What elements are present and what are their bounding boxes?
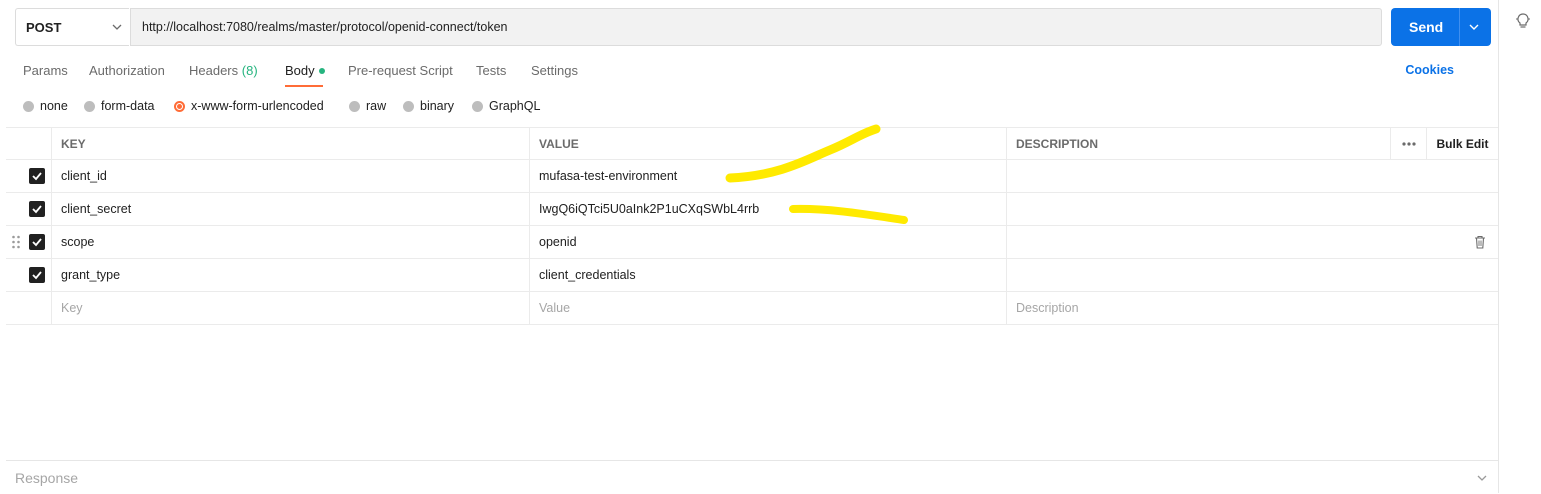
radio-label: none	[40, 99, 68, 113]
new-value-input[interactable]: Value	[529, 292, 1006, 324]
send-label: Send	[1409, 19, 1444, 35]
row-key[interactable]: client_id	[51, 160, 529, 192]
radio-circle	[349, 100, 360, 112]
url-input[interactable]: http://localhost:7080/realms/master/prot…	[130, 8, 1382, 46]
tab-params[interactable]: Params	[23, 63, 68, 78]
row-checkbox[interactable]	[29, 267, 45, 283]
row-key[interactable]: client_secret	[51, 193, 529, 225]
chevron-down-icon[interactable]	[1468, 21, 1480, 33]
table-row: grant_type client_credentials	[6, 259, 1498, 292]
chevron-down-icon	[112, 24, 122, 30]
body-indicator-dot	[318, 67, 325, 74]
send-button[interactable]: Send	[1391, 8, 1491, 46]
row-description[interactable]	[1006, 160, 1498, 192]
method-label: POST	[26, 20, 62, 35]
response-label: Response	[15, 470, 79, 486]
row-description[interactable]	[1006, 259, 1498, 291]
table-row-new: Key Value Description	[6, 292, 1498, 325]
headers-count: (8)	[241, 63, 258, 78]
checkmark-icon	[32, 238, 42, 247]
trash-icon[interactable]	[1474, 235, 1486, 249]
column-header-value: VALUE	[529, 128, 1006, 159]
response-pane-header[interactable]: Response	[6, 460, 1498, 494]
new-key-input[interactable]: Key	[51, 292, 529, 324]
row-value[interactable]: mufasa-test-environment	[529, 160, 1006, 192]
ellipsis-icon	[1401, 141, 1416, 146]
radio-binary[interactable]: binary	[403, 99, 454, 113]
row-value[interactable]: IwgQ6iQTci5U0aInk2P1uCXqSWbL4rrb	[529, 193, 1006, 225]
bulk-edit-button[interactable]: Bulk Edit	[1426, 128, 1498, 159]
tab-body[interactable]: Body	[285, 63, 325, 78]
radio-none[interactable]: none	[23, 99, 68, 113]
row-checkbox[interactable]	[29, 234, 45, 250]
radio-circle	[23, 100, 34, 112]
column-header-key: KEY	[51, 128, 529, 159]
radio-circle	[472, 100, 483, 112]
checkmark-icon	[32, 172, 42, 181]
radio-raw[interactable]: raw	[349, 99, 386, 113]
row-checkbox[interactable]	[29, 201, 45, 217]
new-description-input[interactable]: Description	[1006, 292, 1498, 324]
radio-circle	[84, 100, 95, 112]
tab-tests[interactable]: Tests	[476, 63, 506, 78]
checkmark-icon	[32, 271, 42, 280]
radio-label: binary	[420, 99, 455, 113]
active-tab-underline	[285, 85, 323, 87]
method-select[interactable]: POST	[15, 8, 129, 46]
tab-headers[interactable]: Headers (8)	[189, 63, 258, 78]
send-divider	[1459, 8, 1460, 46]
lightbulb-icon[interactable]	[1515, 12, 1531, 30]
radio-form-data[interactable]: form-data	[84, 99, 155, 113]
drag-handle-icon[interactable]	[11, 235, 21, 249]
radio-label: raw	[366, 99, 387, 113]
row-description[interactable]	[1006, 226, 1498, 258]
tab-pre-request-script[interactable]: Pre-request Script	[348, 63, 453, 78]
checkmark-icon	[32, 205, 42, 214]
radio-label: GraphQL	[489, 99, 541, 113]
row-description[interactable]	[1006, 193, 1498, 225]
table-row: client_id mufasa-test-environment	[6, 160, 1498, 193]
radio-circle	[403, 100, 414, 112]
tab-authorization[interactable]: Authorization	[89, 63, 165, 78]
tab-settings[interactable]: Settings	[531, 63, 578, 78]
url-text: http://localhost:7080/realms/master/prot…	[142, 20, 508, 34]
row-value[interactable]: openid	[529, 226, 1006, 258]
radio-x-www-form-urlencoded[interactable]: x-www-form-urlencoded	[174, 99, 324, 113]
table-row: client_secret IwgQ6iQTci5U0aInk2P1uCXqSW…	[6, 193, 1498, 226]
radio-label: x-www-form-urlencoded	[191, 99, 324, 113]
radio-graphql[interactable]: GraphQL	[472, 99, 540, 113]
column-header-description: DESCRIPTION	[1006, 128, 1390, 159]
row-value[interactable]: client_credentials	[529, 259, 1006, 291]
request-panel: POST http://localhost:7080/realms/master…	[6, 0, 1499, 493]
row-checkbox[interactable]	[29, 168, 45, 184]
more-options-icon[interactable]	[1390, 128, 1426, 159]
radio-label: form-data	[101, 99, 155, 113]
tab-headers-label: Headers	[189, 63, 239, 78]
tab-body-label: Body	[285, 63, 315, 78]
row-key[interactable]: grant_type	[51, 259, 529, 291]
chevron-down-icon[interactable]	[1476, 472, 1488, 484]
row-key[interactable]: scope	[51, 226, 529, 258]
table-header-row: KEY VALUE DESCRIPTION Bulk Edit	[6, 127, 1498, 160]
radio-circle-selected	[174, 100, 185, 112]
cookies-link[interactable]: Cookies	[1405, 63, 1454, 77]
table-row: scope openid	[6, 226, 1498, 259]
